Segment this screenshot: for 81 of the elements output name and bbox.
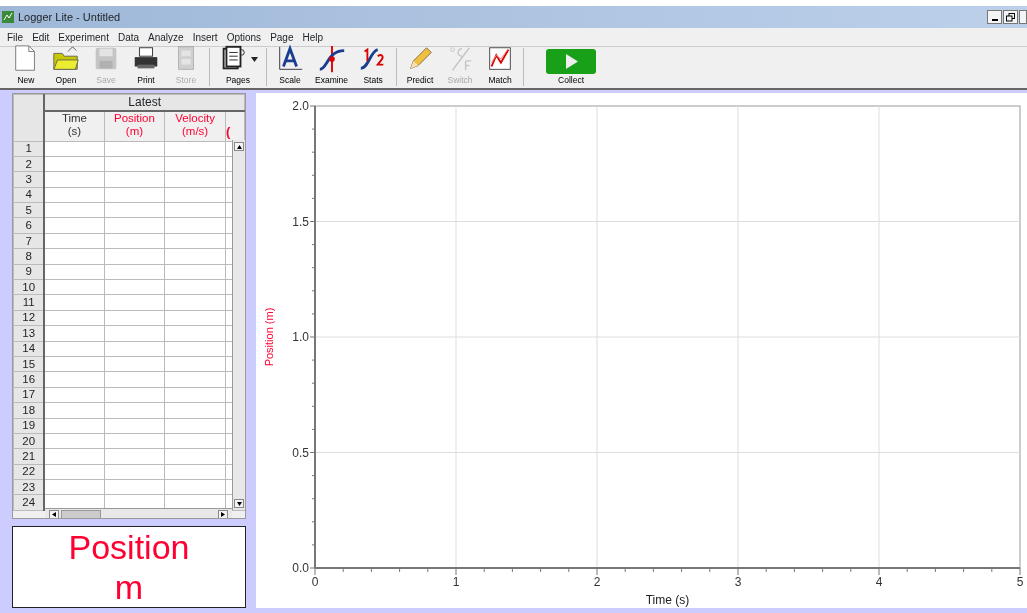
row-number: 21: [22, 450, 36, 462]
play-icon: [546, 49, 597, 75]
y-tick-label: 1.5: [292, 214, 309, 229]
x-tick-label: 2: [593, 575, 601, 589]
window-title: Logger Lite - Untitled: [18, 9, 121, 25]
menu-item[interactable]: File: [3, 29, 29, 45]
x-tick-label: 5: [1016, 575, 1024, 589]
vertical-scrollbar[interactable]: [232, 140, 245, 510]
menu-item[interactable]: Page: [266, 29, 299, 45]
open-button[interactable]: Open: [46, 44, 86, 88]
row-number: 24: [22, 496, 36, 509]
down-arrow-icon[interactable]: [236, 501, 242, 506]
column-header: Time: [60, 112, 89, 125]
column-group-header: Latest: [44, 94, 245, 111]
x-tick-label: 3: [734, 575, 742, 589]
column-unit: (m/s): [182, 125, 209, 137]
y-tick-label: 1.0: [292, 330, 309, 344]
close-button[interactable]: [1019, 10, 1027, 24]
menu-item[interactable]: Options: [222, 29, 267, 45]
menu-item[interactable]: Insert: [188, 29, 223, 45]
meter-unit: m: [114, 567, 144, 607]
row-number: 14: [22, 342, 36, 355]
scale-button[interactable]: Scale: [270, 44, 310, 88]
predict-button[interactable]: Predict: [400, 44, 441, 88]
x-tick-label: 1: [452, 575, 460, 589]
app-icon: [2, 11, 14, 23]
examine-button[interactable]: Examine: [310, 44, 354, 88]
row-number: 17: [22, 388, 36, 401]
y-axis-label: Position (m): [263, 307, 275, 367]
horizontal-scrollbar[interactable]: [45, 508, 232, 518]
row-number: 16: [22, 373, 36, 386]
column-header: Velocity: [174, 112, 216, 125]
y-tick-label: 0.5: [292, 445, 309, 460]
restore-icon: [1006, 12, 1015, 22]
collect-button[interactable]: Collect: [541, 49, 602, 88]
meter-label: Position: [68, 527, 190, 567]
print-button[interactable]: Print: [126, 44, 166, 88]
restore-button[interactable]: [1003, 10, 1018, 24]
row-number: 6: [25, 219, 32, 232]
menu-item[interactable]: Analyze: [144, 29, 189, 45]
row-number: 4: [25, 188, 32, 201]
row-number: 7: [25, 234, 32, 247]
up-arrow-icon[interactable]: [236, 144, 242, 149]
row-number: 12: [22, 311, 36, 324]
y-tick-label: 0.0: [292, 561, 309, 575]
stats-button[interactable]: Stats: [353, 44, 394, 88]
new-button[interactable]: New: [6, 44, 46, 88]
row-number: 11: [22, 296, 35, 309]
row-number: 9: [25, 265, 32, 278]
pages-button[interactable]: Pages: [213, 44, 263, 88]
row-number: 2: [25, 157, 32, 170]
row-number: 13: [22, 326, 36, 339]
menu-item[interactable]: Edit: [28, 29, 55, 45]
left-arrow-icon[interactable]: [52, 512, 56, 517]
row-number: 10: [22, 280, 36, 293]
row-number: 19: [22, 419, 36, 432]
right-arrow-icon[interactable]: [221, 512, 225, 517]
x-axis-label: Time (s): [645, 593, 690, 607]
column-unit: (s): [67, 125, 82, 137]
menu-item[interactable]: Data: [113, 29, 145, 45]
column-unit: (m): [125, 125, 144, 137]
row-number: 23: [22, 480, 36, 493]
minimize-button[interactable]: [987, 10, 1002, 24]
row-number: 8: [25, 249, 32, 262]
row-number: 22: [22, 465, 36, 478]
minimize-icon: [991, 18, 998, 21]
menu-item[interactable]: Experiment: [54, 29, 114, 45]
row-number: 5: [25, 203, 32, 216]
row-number: 15: [22, 357, 36, 370]
column-header: Position: [112, 112, 156, 125]
row-number: 3: [25, 172, 32, 185]
column-unit: (: [225, 124, 231, 139]
caret-icon: [251, 56, 258, 62]
y-tick-label: 2.0: [292, 99, 309, 113]
row-number: 1: [25, 142, 32, 155]
x-tick-label: 0: [311, 575, 319, 589]
x-tick-label: 4: [875, 575, 883, 589]
row-number: 18: [22, 403, 36, 416]
row-number: 20: [22, 434, 36, 447]
menu-item[interactable]: Help: [298, 29, 329, 45]
match-button[interactable]: Match: [480, 44, 521, 88]
